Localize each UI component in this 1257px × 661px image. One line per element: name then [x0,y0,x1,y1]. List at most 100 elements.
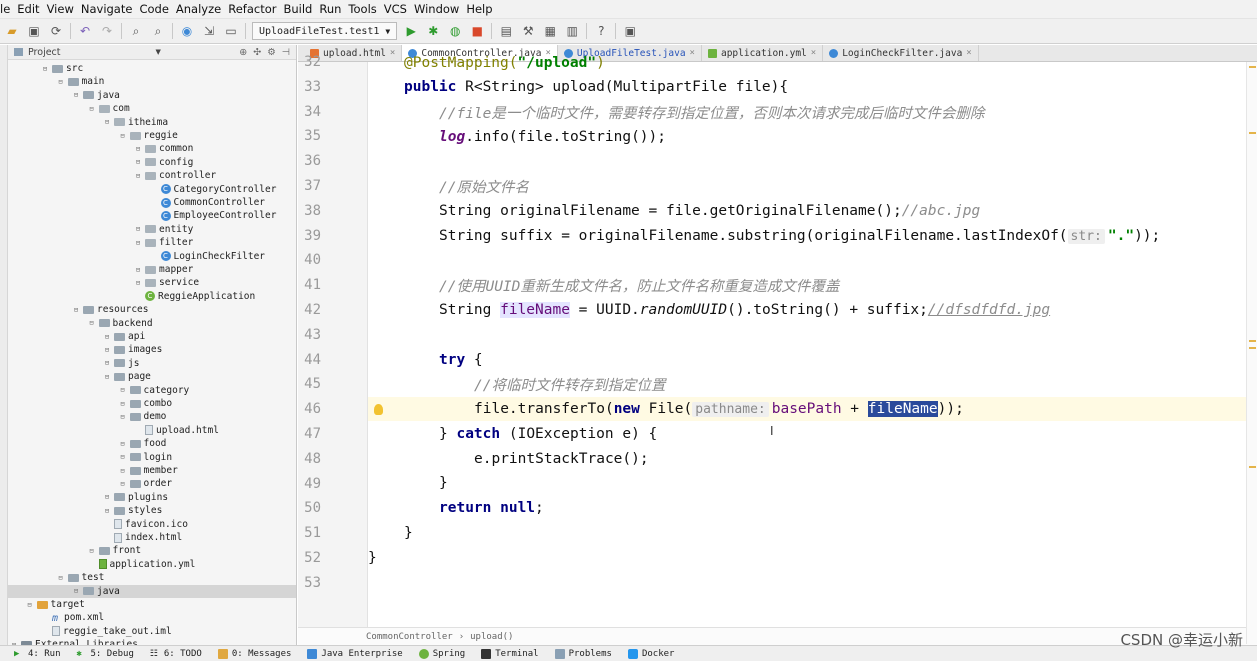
expand-toggle-icon[interactable]: ⊟ [134,239,142,247]
structure-icon[interactable]: ▭ [223,23,239,39]
gear-icon[interactable]: ⚙ [267,47,276,58]
locate-icon[interactable]: ⊕ [239,47,247,58]
tree-item[interactable]: ⊟ com [88,102,129,115]
tree-item[interactable]: ⊟ test [57,571,104,584]
tree-item[interactable]: ⊟ styles [103,504,162,517]
tree-item[interactable]: C EmployeeController [150,209,276,222]
tree-item[interactable]: ⊟ common [134,142,193,155]
tree-item[interactable]: ⊟ api [103,330,145,343]
tree-item[interactable]: ⊟ filter [134,236,193,249]
tool-todo[interactable]: ☷ 6: TODO [150,649,202,659]
terminal-icon[interactable]: ▣ [622,23,638,39]
find-icon[interactable]: ⌕ [128,23,144,39]
tree-item[interactable]: ⊟ target [26,598,84,611]
menu-window[interactable]: Window [414,2,459,16]
settings-icon[interactable]: ⚒ [520,23,536,39]
run-icon[interactable]: ▶ [403,23,419,39]
expand-toggle-icon[interactable]: ⊟ [103,493,111,501]
expand-toggle-icon[interactable]: ⊟ [41,65,49,73]
expand-toggle-icon[interactable]: ⊟ [119,440,127,448]
tree-item[interactable]: ⊟ java [72,89,120,102]
menu-file[interactable]: le [0,2,10,16]
expand-toggle-icon[interactable]: ⊟ [134,158,142,166]
project-structure-icon[interactable]: ▦ [542,23,558,39]
menu-refactor[interactable]: Refactor [228,2,276,16]
expand-toggle-icon[interactable]: ⊟ [119,132,127,140]
code-area[interactable]: @PostMapping("/upload") public R<String>… [368,55,1257,627]
tree-item[interactable]: C LoginCheckFilter [150,250,265,263]
replace-icon[interactable]: ⌕ [150,23,166,39]
tree-item[interactable]: ⊟ order [119,477,172,490]
close-icon[interactable]: × [390,48,395,58]
menu-view[interactable]: View [47,2,74,16]
menu-code[interactable]: Code [139,2,168,16]
expand-toggle-icon[interactable]: ⊟ [119,386,127,394]
warning-marker[interactable] [1249,347,1256,349]
expand-toggle-icon[interactable]: ⊟ [57,574,65,582]
warning-marker[interactable] [1249,66,1256,68]
tree-item[interactable]: ⊟ front [88,544,141,557]
chevron-down-icon[interactable]: ▼ [156,48,161,56]
help-icon[interactable]: ? [593,23,609,39]
tree-item[interactable]: application.yml [88,558,195,571]
tree-item[interactable]: ⊟ images [103,343,162,356]
expand-toggle-icon[interactable]: ⊟ [134,225,142,233]
tree-item[interactable]: C CommonController [150,196,265,209]
tool-debug[interactable]: ✱ 5: Debug [77,649,134,659]
project-title[interactable]: Project [28,47,61,58]
expand-toggle-icon[interactable]: ⊟ [103,346,111,354]
tree-item[interactable]: ⊟ login [119,451,172,464]
tree-item[interactable]: ⊟ demo [119,410,166,423]
build-icon[interactable]: ▤ [498,23,514,39]
tool-run[interactable]: ▶ 4: Run [14,649,61,659]
tree-item[interactable]: ⊟ category [119,384,189,397]
tree-item[interactable]: ⊟ plugins [103,491,168,504]
expand-toggle-icon[interactable]: ⊟ [72,587,80,595]
expand-toggle-icon[interactable]: ⊟ [119,467,127,475]
tree-item[interactable]: ⊟ controller [134,169,216,182]
back-icon[interactable]: ◉ [179,23,195,39]
expand-toggle-icon[interactable]: ⊟ [103,118,111,126]
tree-item[interactable]: ⊟ service [134,276,199,289]
tree-item[interactable]: favicon.ico [103,518,188,531]
expand-toggle-icon[interactable]: ⊟ [103,359,111,367]
redo-icon[interactable]: ↷ [99,23,115,39]
debug-icon[interactable]: ✱ [425,23,441,39]
menu-vcs[interactable]: VCS [384,2,407,16]
breadcrumb-item-method[interactable]: upload() [470,632,513,642]
warning-marker[interactable] [1249,132,1256,134]
expand-toggle-icon[interactable]: ⊟ [88,547,96,555]
close-icon[interactable]: × [966,48,971,58]
collapse-icon[interactable]: ✣ [253,47,261,58]
tool-problems[interactable]: Problems [554,648,612,659]
tree-item[interactable]: ⊟ External Libraries [10,638,138,645]
layout-icon[interactable]: ▥ [564,23,580,39]
expand-toggle-icon[interactable]: ⊟ [119,480,127,488]
tool-terminal[interactable]: Terminal [481,648,539,659]
coverage-icon[interactable]: ◍ [447,23,463,39]
expand-toggle-icon[interactable]: ⊟ [72,91,80,99]
tree-item[interactable]: ⊟ mapper [134,263,193,276]
close-icon[interactable]: × [690,48,695,58]
stop-icon[interactable]: ■ [469,23,485,39]
tool-java-enterprise[interactable]: Java Enterprise [307,648,403,659]
warning-marker[interactable] [1249,466,1256,468]
tree-item[interactable]: C CategoryController [150,183,276,196]
editor-scroll-markers[interactable] [1246,62,1257,644]
tree-item[interactable]: ⊟ resources [72,303,149,316]
tree-item[interactable]: ⊟ itheima [103,116,168,129]
warning-marker[interactable] [1249,340,1256,342]
undo-icon[interactable]: ↶ [77,23,93,39]
tree-item[interactable]: ⊟ food [119,437,166,450]
expand-toggle-icon[interactable]: ⊟ [134,266,142,274]
expand-toggle-icon[interactable]: ⊟ [103,333,111,341]
menu-help[interactable]: Help [466,2,492,16]
menu-run[interactable]: Run [319,2,341,16]
expand-toggle-icon[interactable]: ⊟ [88,105,96,113]
expand-toggle-icon[interactable]: ⊟ [134,279,142,287]
menu-tools[interactable]: Tools [348,2,376,16]
expand-toggle-icon[interactable]: ⊟ [103,373,111,381]
tree-item[interactable]: ⊟ src [41,62,83,75]
hide-icon[interactable]: ⊣ [282,47,290,58]
expand-toggle-icon[interactable]: ⊟ [26,601,34,609]
